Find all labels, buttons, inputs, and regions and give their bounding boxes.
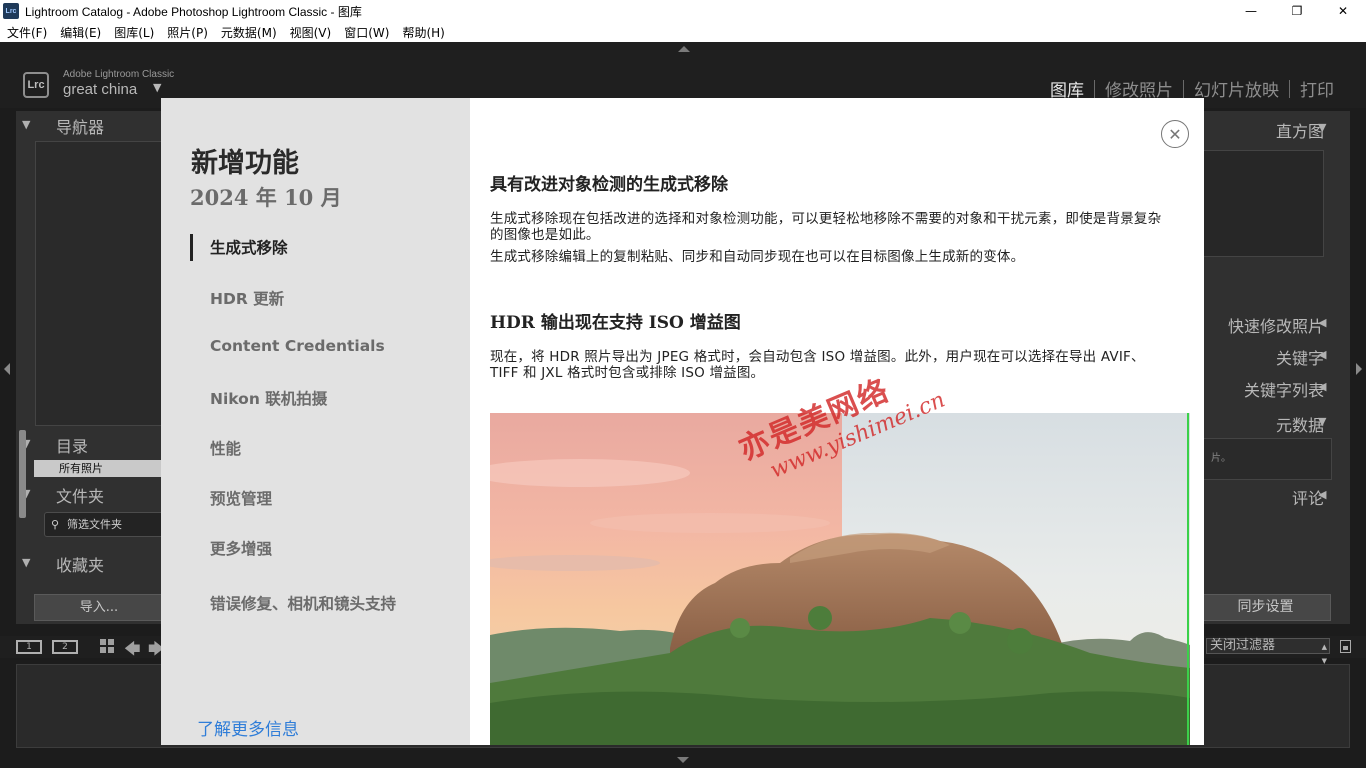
all-photos-item[interactable]: 所有照片	[34, 460, 164, 477]
menu-photo[interactable]: 照片(P)	[167, 24, 208, 41]
menu-window[interactable]: 窗口(W)	[344, 24, 389, 41]
menu-library[interactable]: 图库(L)	[114, 24, 154, 41]
main-screen-button[interactable]: 1	[16, 640, 42, 654]
module-slideshow[interactable]: 幻灯片放映	[1194, 76, 1279, 101]
active-nav-indicator	[190, 234, 193, 261]
menu-bar: 文件(F) 编辑(E) 图库(L) 照片(P) 元数据(M) 视图(V) 窗口(…	[0, 22, 1366, 42]
menu-edit[interactable]: 编辑(E)	[60, 24, 101, 41]
expand-triangle-icon[interactable]: ◀	[1318, 488, 1326, 501]
keywording-header[interactable]: 关键字	[1276, 345, 1324, 369]
rock-landscape-image	[490, 413, 1190, 745]
section-paragraph: 生成式移除编辑上的复制粘贴、同步和自动同步现在也可以在目标图像上生成新的变体。	[490, 249, 1025, 265]
import-button[interactable]: 导入...	[34, 594, 164, 621]
section-paragraph: 现在，将 HDR 照片导出为 JPEG 格式时，会自动包含 ISO 增益图。此外…	[490, 349, 1145, 381]
collapse-left-panel-arrow-icon[interactable]	[4, 363, 10, 375]
filter-select-value: 关闭过滤器	[1210, 638, 1276, 653]
filter-folders-input[interactable]: ⚲ 筛选文件夹	[44, 512, 164, 537]
collapse-triangle-icon[interactable]: ▼	[1318, 415, 1326, 428]
nav-performance[interactable]: 性能	[210, 437, 241, 459]
window-controls: — ❐ ✕	[1228, 0, 1366, 22]
nav-content-credentials[interactable]: Content Credentials	[210, 337, 385, 355]
window-title: Lightroom Catalog - Adobe Photoshop Ligh…	[25, 4, 362, 19]
nav-preview-management[interactable]: 预览管理	[210, 487, 272, 509]
feature-image	[490, 413, 1190, 745]
menu-help[interactable]: 帮助(H)	[402, 24, 444, 41]
section-paragraph: 生成式移除现在包括改进的选择和对象检测功能，可以更轻松地移除不需要的对象和干扰元…	[490, 211, 1162, 243]
catalog-dropdown-icon[interactable]: ▼	[153, 81, 161, 94]
dialog-date: 2024 年 10 月	[190, 185, 342, 210]
keyword-list-header[interactable]: 关键字列表	[1244, 377, 1324, 401]
navigator-preview	[35, 141, 165, 426]
whats-new-dialog: 新增功能 2024 年 10 月 生成式移除 HDR 更新 Content Cr…	[161, 98, 1204, 745]
lrc-logo: Lrc	[23, 72, 49, 98]
collapse-filmstrip-arrow-icon[interactable]	[677, 757, 689, 763]
module-divider	[1183, 79, 1184, 98]
module-divider	[1289, 79, 1290, 98]
nav-hdr-update[interactable]: HDR 更新	[210, 287, 284, 309]
collections-header[interactable]: 收藏夹	[56, 552, 104, 576]
nav-bug-fixes[interactable]: 错误修复、相机和镜头支持	[210, 592, 396, 614]
expand-triangle-icon[interactable]: ◀	[1318, 348, 1326, 361]
filter-folders-placeholder: 筛选文件夹	[67, 518, 122, 531]
quick-develop-header[interactable]: 快速修改照片	[1228, 313, 1324, 337]
histogram-header[interactable]: 直方图	[1276, 118, 1324, 142]
menu-file[interactable]: 文件(F)	[7, 24, 47, 41]
nav-generative-remove[interactable]: 生成式移除	[210, 236, 288, 258]
metadata-hint: 片。	[1211, 453, 1231, 464]
close-window-button[interactable]: ✕	[1320, 0, 1366, 22]
grid-view-icon[interactable]	[100, 639, 114, 653]
expand-triangle-icon[interactable]: ◀	[1318, 316, 1326, 329]
filmstrip-toggle-icon[interactable]	[1340, 640, 1351, 653]
catalog-header[interactable]: 目录	[56, 433, 88, 457]
expand-triangle-icon[interactable]: ◀	[1318, 380, 1326, 393]
catalog-name[interactable]: great china	[63, 81, 137, 98]
menu-metadata[interactable]: 元数据(M)	[221, 24, 277, 41]
maximize-button[interactable]: ❐	[1274, 0, 1320, 22]
window-title-bar: Lrc Lightroom Catalog - Adobe Photoshop …	[0, 0, 1366, 22]
nav-nikon-tethering[interactable]: Nikon 联机拍摄	[210, 387, 327, 409]
navigator-header[interactable]: 导航器	[56, 114, 104, 138]
collapse-right-panel-arrow-icon[interactable]	[1356, 363, 1362, 375]
collapse-triangle-icon[interactable]: ▼	[22, 556, 30, 569]
filter-select[interactable]: 关闭过滤器 ▲ ▼	[1206, 638, 1330, 665]
left-panel-scrollbar[interactable]	[19, 430, 26, 518]
learn-more-link[interactable]: 了解更多信息	[197, 715, 299, 740]
dialog-sidebar: 新增功能 2024 年 10 月 生成式移除 HDR 更新 Content Cr…	[161, 98, 470, 745]
arrow-left-icon[interactable]: 🡄	[124, 638, 141, 665]
histogram-display	[1200, 150, 1324, 257]
folders-header[interactable]: 文件夹	[56, 483, 104, 507]
collapse-triangle-icon[interactable]: ▼	[1318, 121, 1326, 134]
nav-more-enhancements[interactable]: 更多增强	[210, 537, 272, 559]
collapse-triangle-icon[interactable]: ▼	[22, 118, 30, 131]
search-icon: ⚲	[51, 518, 60, 531]
collapse-top-panel-arrow-icon[interactable]	[678, 46, 690, 52]
section-title-generative-remove: 具有改进对象检测的生成式移除	[490, 175, 728, 195]
section-title-hdr: HDR 输出现在支持 ISO 增益图	[490, 313, 741, 333]
dialog-title: 新增功能	[191, 148, 299, 179]
metadata-box: 片。	[1200, 438, 1332, 480]
metadata-header[interactable]: 元数据	[1276, 412, 1324, 436]
close-icon[interactable]: ✕	[1161, 120, 1189, 148]
module-divider	[1094, 79, 1095, 98]
second-screen-button[interactable]: 2	[52, 640, 78, 654]
brand-name: Adobe Lightroom Classic	[63, 69, 175, 80]
sync-settings-button[interactable]: 同步设置	[1200, 594, 1331, 621]
lightroom-app-icon: Lrc	[3, 3, 19, 19]
minimize-button[interactable]: —	[1228, 0, 1274, 22]
menu-view[interactable]: 视图(V)	[290, 24, 332, 41]
module-print[interactable]: 打印	[1300, 76, 1334, 101]
